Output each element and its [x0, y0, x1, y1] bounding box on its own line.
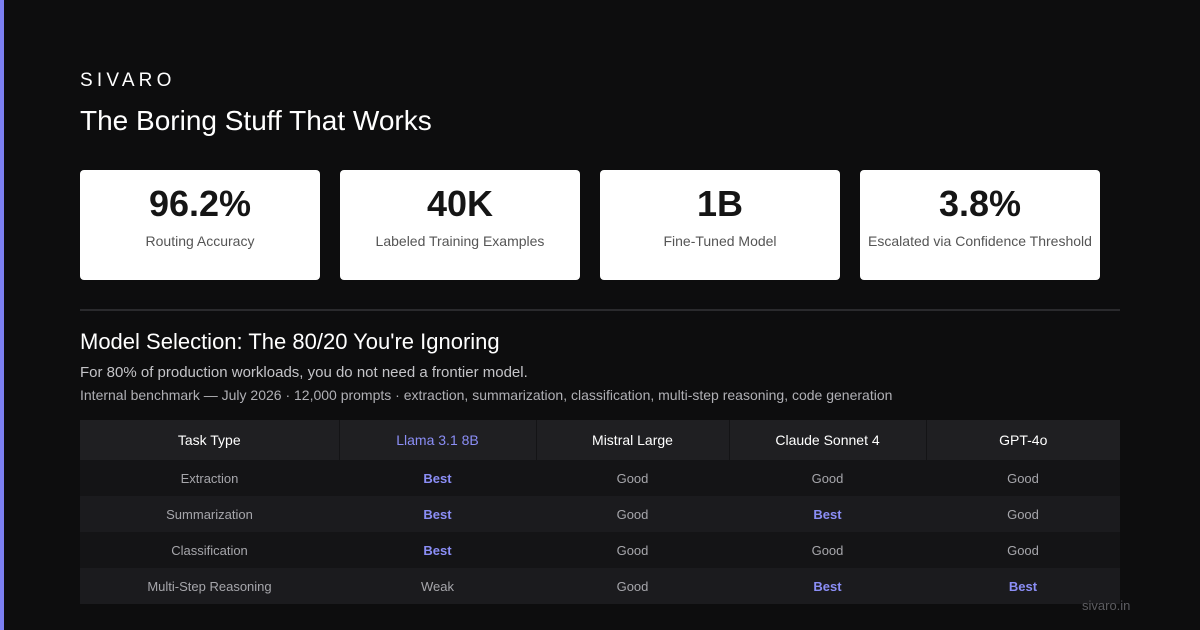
task-type-cell: Summarization: [80, 496, 339, 532]
stat-card-escalated: 3.8% Escalated via Confidence Threshold: [860, 170, 1100, 280]
task-type-cell: Classification: [80, 532, 339, 568]
rating-cell: Good: [536, 532, 729, 568]
rating-cell: Good: [729, 460, 926, 496]
rating-cell: Best: [729, 496, 926, 532]
table-row: Classification Best Good Good Good: [80, 532, 1120, 568]
rating-cell: Best: [729, 568, 926, 604]
section-divider: [80, 309, 1120, 311]
column-header-task-type: Task Type: [80, 420, 340, 460]
stat-value: 40K: [426, 183, 494, 224]
benchmark-note: Internal benchmark — July 2026 · 12,000 …: [80, 387, 893, 403]
rating-cell: Weak: [339, 568, 536, 604]
stat-value: 3.8%: [938, 183, 1022, 224]
stat-label: Labeled Training Examples: [375, 233, 545, 249]
rating-cell: Best: [339, 460, 536, 496]
rating-cell: Best: [339, 532, 536, 568]
table-row: Summarization Best Good Best Good: [80, 496, 1120, 532]
column-header-gpt: GPT-4o: [926, 420, 1120, 460]
task-type-cell: Extraction: [80, 460, 339, 496]
section-subtitle: For 80% of production workloads, you do …: [80, 364, 528, 381]
stat-label: Fine-Tuned Model: [663, 233, 777, 249]
column-header-llama: Llama 3.1 8B: [339, 420, 537, 460]
table-header-row: Task Type Llama 3.1 8B Mistral Large Cla…: [80, 420, 1120, 460]
column-header-mistral: Mistral Large: [536, 420, 730, 460]
brand-logo: SIVARO: [80, 70, 176, 91]
stat-value: 1B: [696, 183, 744, 224]
rating-cell: Good: [536, 460, 729, 496]
page-title: The Boring Stuff That Works: [80, 105, 432, 136]
stat-label: Escalated via Confidence Threshold: [868, 233, 1092, 249]
stat-card-routing-accuracy: 96.2% Routing Accuracy: [80, 170, 320, 280]
stat-label: Routing Accuracy: [145, 233, 255, 249]
benchmark-table: Task Type Llama 3.1 8B Mistral Large Cla…: [80, 420, 1120, 604]
section-title: Model Selection: The 80/20 You're Ignori…: [80, 329, 500, 354]
footer-url: sivaro.in: [1082, 598, 1131, 613]
stat-card-training-examples: 40K Labeled Training Examples: [340, 170, 580, 280]
stats-row: 96.2% Routing Accuracy 40K Labeled Train…: [80, 170, 1100, 280]
column-header-claude: Claude Sonnet 4: [729, 420, 927, 460]
stat-card-fine-tuned-model: 1B Fine-Tuned Model: [600, 170, 840, 280]
task-type-cell: Multi-Step Reasoning: [80, 568, 339, 604]
rating-cell: Good: [926, 532, 1120, 568]
table-row: Extraction Best Good Good Good: [80, 460, 1120, 496]
rating-cell: Good: [926, 460, 1120, 496]
table-row: Multi-Step Reasoning Weak Good Best Best: [80, 568, 1120, 604]
rating-cell: Good: [729, 532, 926, 568]
rating-cell: Good: [536, 496, 729, 532]
rating-cell: Best: [339, 496, 536, 532]
accent-bar: [0, 0, 4, 630]
stat-value: 96.2%: [148, 183, 252, 224]
rating-cell: Good: [926, 496, 1120, 532]
rating-cell: Good: [536, 568, 729, 604]
table-body: Extraction Best Good Good Good Summarization B…: [80, 460, 1120, 604]
